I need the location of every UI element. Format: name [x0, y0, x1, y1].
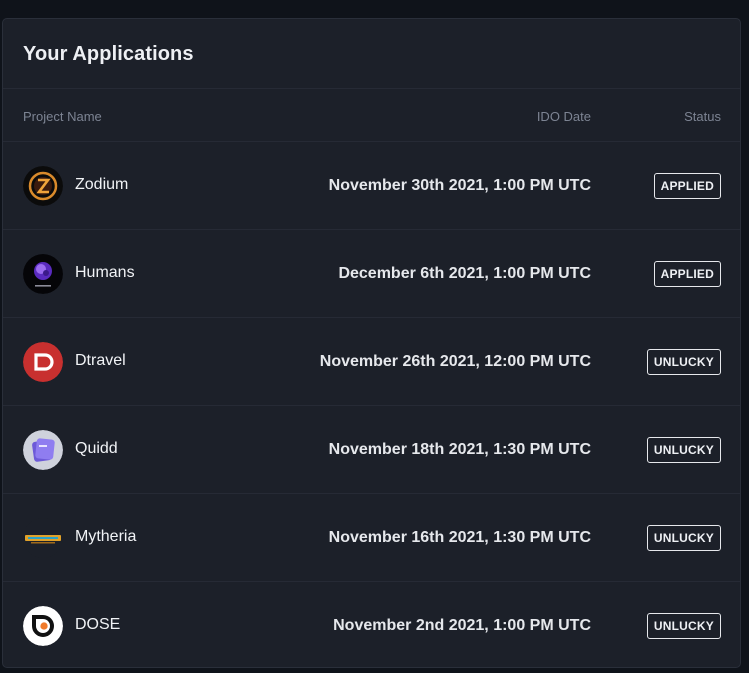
- panel-header: Your Applications: [3, 19, 740, 89]
- ido-date: November 26th 2021, 12:00 PM UTC: [319, 353, 591, 370]
- status-badge: UNLUCKY: [646, 613, 721, 639]
- table-row[interactable]: Mytheria November 16th 2021, 1:30 PM UTC…: [3, 494, 740, 582]
- column-header-ido-date: IDO Date: [536, 109, 591, 124]
- table-row[interactable]: Humans December 6th 2021, 1:00 PM UTC AP…: [3, 230, 740, 318]
- project-name: DOSE: [75, 616, 121, 633]
- status-badge: APPLIED: [653, 173, 721, 199]
- ido-date: November 18th 2021, 1:30 PM UTC: [328, 441, 591, 458]
- column-header-project-name: Project Name: [23, 109, 102, 124]
- status-badge: UNLUCKY: [646, 525, 721, 551]
- status-badge: UNLUCKY: [646, 437, 721, 463]
- page-title: Your Applications: [23, 43, 194, 65]
- project-name: Dtravel: [75, 352, 126, 369]
- table-row[interactable]: Zodium November 30th 2021, 1:00 PM UTC A…: [3, 142, 740, 230]
- quidd-logo-icon: [23, 430, 63, 470]
- column-header-status: Status: [684, 109, 721, 124]
- table-row[interactable]: DOSE November 2nd 2021, 1:00 PM UTC UNLU…: [3, 582, 740, 667]
- dose-logo-icon: [23, 606, 63, 646]
- ido-date: November 16th 2021, 1:30 PM UTC: [328, 529, 591, 546]
- table-row[interactable]: Quidd November 18th 2021, 1:30 PM UTC UN…: [3, 406, 740, 494]
- applications-panel: Your Applications Project Name IDO Date …: [2, 18, 741, 668]
- humans-logo-icon: [23, 254, 63, 294]
- table-row[interactable]: Dtravel November 26th 2021, 12:00 PM UTC…: [3, 318, 740, 406]
- project-name: Humans: [75, 264, 135, 281]
- status-badge: UNLUCKY: [646, 349, 721, 375]
- status-badge: APPLIED: [653, 261, 721, 287]
- project-name: Quidd: [75, 440, 118, 457]
- dtravel-logo-icon: [23, 342, 63, 382]
- ido-date: November 30th 2021, 1:00 PM UTC: [328, 177, 591, 194]
- table-header: Project Name IDO Date Status: [3, 89, 740, 142]
- project-name: Zodium: [75, 176, 129, 193]
- ido-date: November 2nd 2021, 1:00 PM UTC: [333, 617, 591, 634]
- zodium-logo-icon: [23, 166, 63, 206]
- project-name: Mytheria: [75, 528, 137, 545]
- mytheria-logo-icon: [23, 518, 63, 558]
- ido-date: December 6th 2021, 1:00 PM UTC: [338, 265, 591, 282]
